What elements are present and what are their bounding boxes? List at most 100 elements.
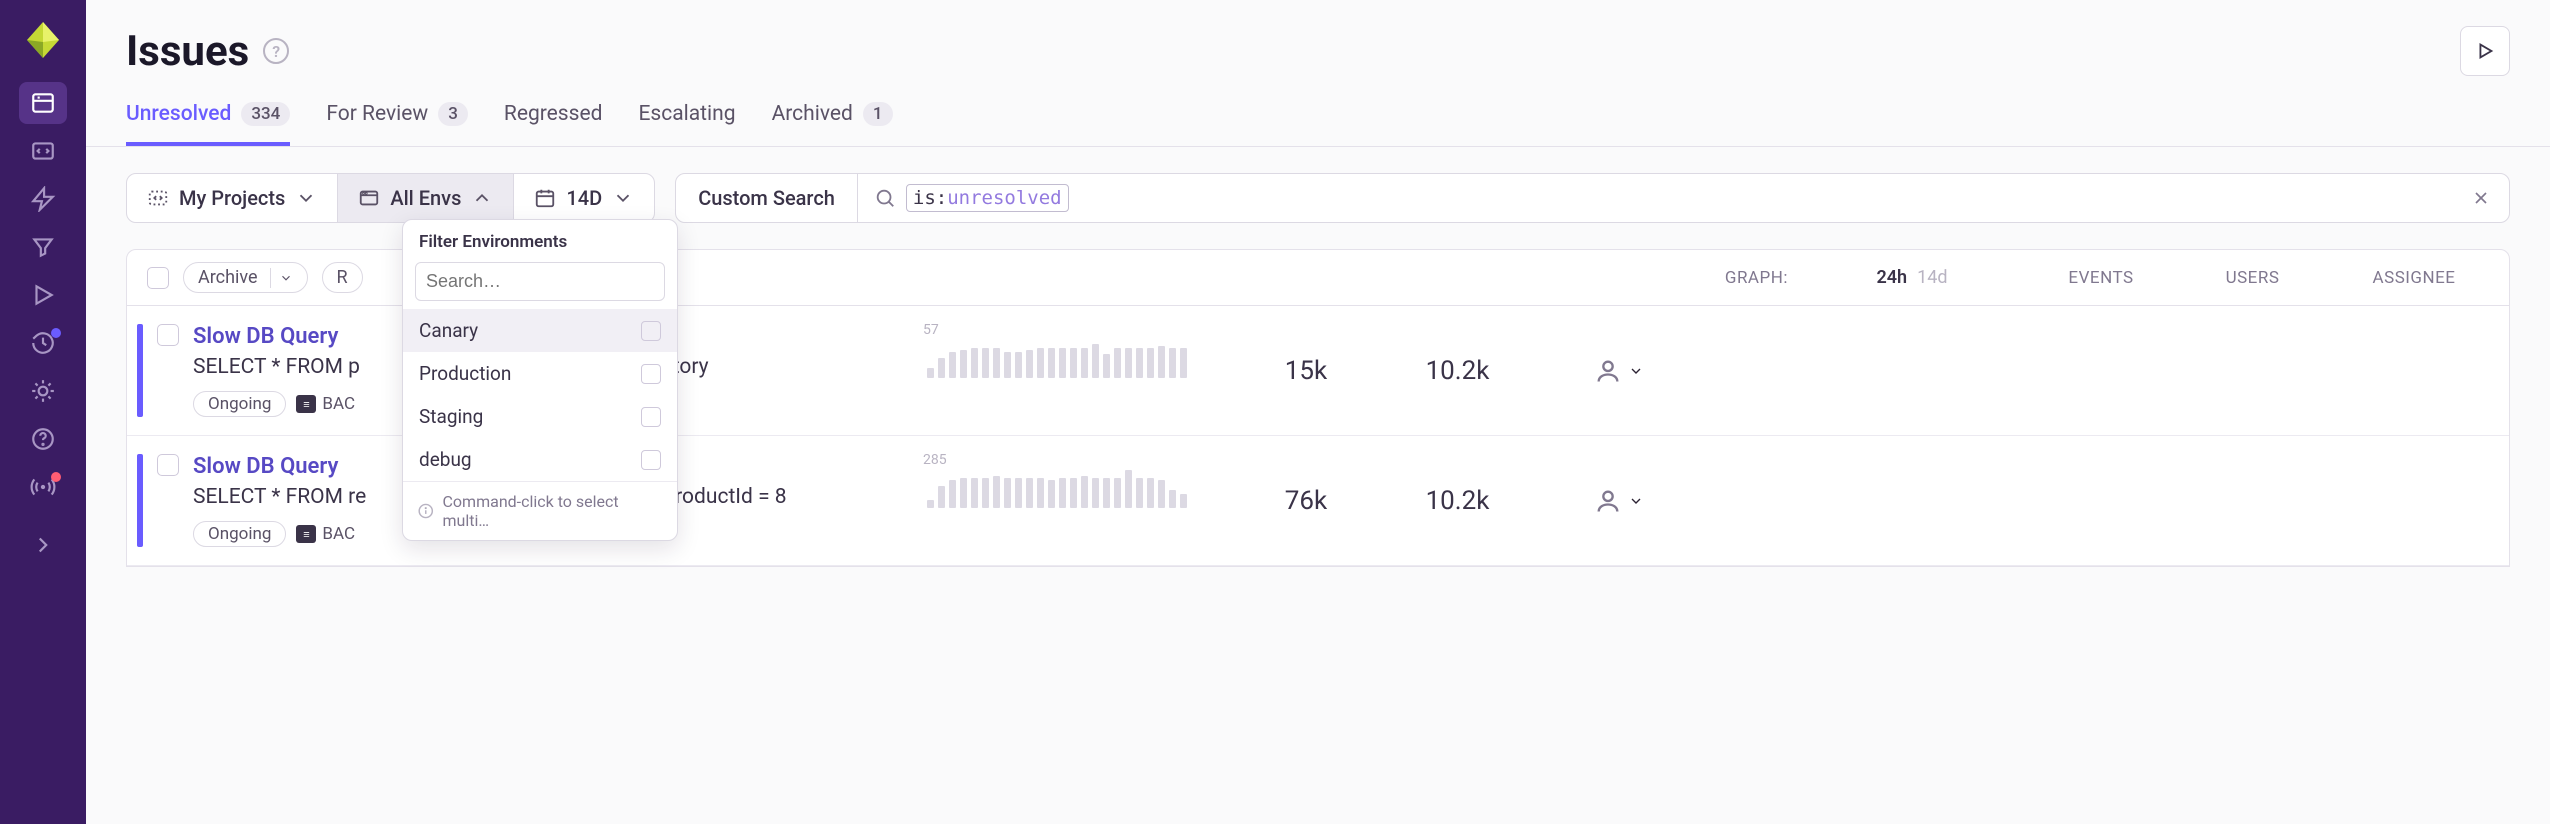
project-label: BAC — [322, 394, 355, 414]
checkbox-icon[interactable] — [641, 321, 661, 341]
checkbox-icon[interactable] — [641, 364, 661, 384]
tab-for-review[interactable]: For Review 3 — [326, 102, 468, 146]
projects-filter[interactable]: My Projects — [127, 174, 338, 222]
col-assignee: ASSIGNEE — [2339, 268, 2489, 288]
assignee-picker[interactable] — [1544, 357, 1694, 385]
nav-help-icon[interactable] — [19, 418, 67, 460]
status-pill: Ongoing — [193, 521, 286, 547]
search-clear-button[interactable] — [2453, 174, 2509, 222]
env-dropdown-title: Filter Environments — [403, 220, 677, 258]
search-icon — [874, 187, 896, 209]
archive-button[interactable]: Archive — [183, 262, 308, 293]
env-dropdown-footer: Command-click to select multi… — [403, 481, 677, 540]
chevron-down-icon — [295, 187, 317, 209]
env-option-canary[interactable]: Canary — [403, 309, 677, 352]
tab-label: For Review — [326, 102, 428, 126]
col-graph-label: GRAPH: — [1708, 268, 1788, 288]
env-option-debug[interactable]: debug — [403, 438, 677, 481]
main-content: Issues ? Unresolved 334 For Review 3 Reg… — [86, 0, 2550, 824]
users-count: 10.2k — [1385, 356, 1530, 386]
tab-label: Unresolved — [126, 102, 231, 126]
search-group: Custom Search is:unresolved — [675, 173, 2510, 223]
project-pill[interactable]: ≡ BAC — [296, 394, 355, 414]
env-option-label: Canary — [419, 319, 478, 342]
search-token: is:unresolved — [906, 184, 1069, 212]
project-pill[interactable]: ≡BAC — [296, 524, 355, 544]
assignee-picker[interactable] — [1544, 487, 1694, 515]
nav-expand-icon[interactable] — [19, 524, 67, 566]
project-icon: ≡ — [296, 395, 316, 413]
env-dropdown-search[interactable] — [415, 262, 665, 301]
archive-label: Archive — [198, 267, 258, 288]
search-mode-label[interactable]: Custom Search — [676, 174, 858, 222]
nav-bolt-icon[interactable] — [19, 178, 67, 220]
env-option-label: Staging — [419, 405, 483, 428]
row-stripe — [137, 454, 143, 547]
graph-24h-toggle[interactable]: 24h — [1876, 267, 1907, 288]
tab-label: Regressed — [504, 102, 603, 126]
tab-archived[interactable]: Archived 1 — [772, 102, 893, 146]
chevron-down-icon — [612, 187, 634, 209]
info-icon — [417, 502, 435, 520]
env-filter-label: All Envs — [390, 186, 461, 210]
projects-filter-label: My Projects — [179, 186, 285, 210]
env-option-staging[interactable]: Staging — [403, 395, 677, 438]
tab-count: 1 — [863, 102, 893, 126]
tab-unresolved[interactable]: Unresolved 334 — [126, 102, 290, 146]
tab-escalating[interactable]: Escalating — [638, 102, 735, 146]
scope-filter-group: My Projects All Envs 14D — [126, 173, 655, 223]
status-pill: Ongoing — [193, 391, 286, 417]
nav-play-icon[interactable] — [19, 274, 67, 316]
tab-regressed[interactable]: Regressed — [504, 102, 603, 146]
nav-broadcast-icon[interactable] — [19, 466, 67, 508]
chevron-up-icon — [471, 187, 493, 209]
logo[interactable] — [21, 18, 65, 62]
chevron-down-icon — [279, 271, 293, 285]
resolve-button[interactable]: R — [322, 262, 363, 293]
env-option-production[interactable]: Production — [403, 352, 677, 395]
users-count: 10.2k — [1385, 486, 1530, 516]
env-option-label: debug — [419, 448, 472, 471]
person-icon — [1594, 357, 1622, 385]
code-brackets-icon — [147, 187, 169, 209]
chevron-down-icon — [1628, 363, 1644, 379]
chevron-down-icon — [1628, 493, 1644, 509]
range-filter-label: 14D — [566, 186, 602, 210]
nav-funnel-icon[interactable] — [19, 226, 67, 268]
filter-toolbar: My Projects All Envs 14D Custom Search — [86, 147, 2550, 249]
col-users: USERS — [2180, 268, 2325, 288]
help-icon[interactable]: ? — [263, 38, 289, 64]
project-label: BAC — [322, 524, 355, 544]
checkbox-icon[interactable] — [641, 407, 661, 427]
env-filter[interactable]: All Envs — [338, 174, 514, 222]
tab-count: 334 — [241, 102, 290, 126]
person-icon — [1594, 487, 1622, 515]
graph-peak-value: 285 — [923, 452, 947, 468]
nav-code-icon[interactable] — [19, 130, 67, 172]
checkbox-icon[interactable] — [641, 450, 661, 470]
select-all-checkbox[interactable] — [147, 267, 169, 289]
range-filter[interactable]: 14D — [514, 174, 654, 222]
graph-cell: 285 — [927, 454, 1227, 508]
sparkline — [927, 338, 1187, 378]
events-count: 15k — [1241, 356, 1371, 386]
close-icon — [2471, 188, 2491, 208]
col-events: EVENTS — [2036, 268, 2166, 288]
env-dropdown: Filter Environments Canary Production St… — [402, 219, 678, 541]
search-input[interactable]: is:unresolved — [858, 174, 2453, 222]
window-icon — [358, 187, 380, 209]
graph-14d-toggle[interactable]: 14d — [1917, 267, 1947, 288]
tab-label: Archived — [772, 102, 853, 126]
graph-cell: 57 — [927, 324, 1227, 378]
nav-issues-icon[interactable] — [19, 82, 67, 124]
calendar-icon — [534, 187, 556, 209]
graph-range-toggle: 24h 14d — [1802, 267, 2022, 288]
nav-alert-icon[interactable] — [19, 370, 67, 412]
env-option-label: Production — [419, 362, 511, 385]
resolve-label-partial: R — [337, 267, 348, 288]
run-button[interactable] — [2460, 26, 2510, 76]
row-checkbox[interactable] — [157, 454, 179, 476]
nav-history-icon[interactable] — [19, 322, 67, 364]
row-checkbox[interactable] — [157, 324, 179, 346]
page-title: Issues — [126, 27, 249, 76]
